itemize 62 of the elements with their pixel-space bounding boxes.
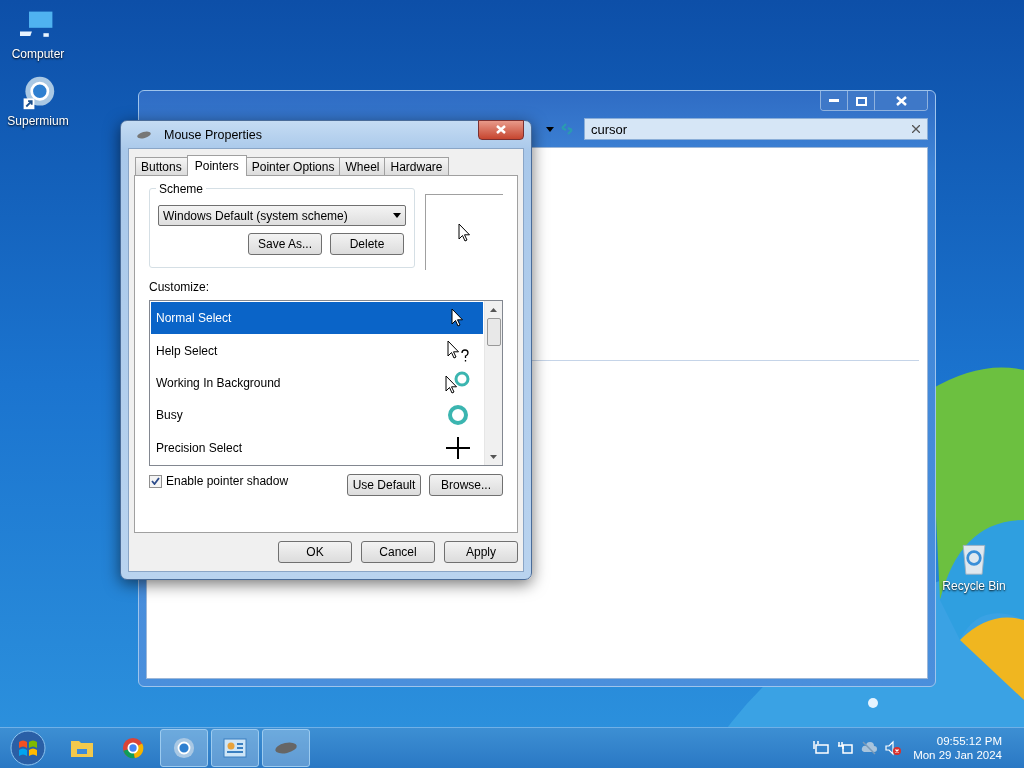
search-field[interactable]: cursor [584,118,928,140]
tab[interactable]: Wheel [339,157,386,175]
help-pointer-icon [447,339,469,362]
busy-pointer-icon [447,404,469,427]
checkbox-label[interactable]: Enable pointer shadow [166,474,289,488]
arrow-pointer-icon [451,308,465,329]
pointer-row[interactable]: Busy [151,399,483,432]
tab[interactable]: Buttons [135,157,188,175]
close-button[interactable] [478,119,524,140]
mouse-icon [136,129,152,140]
clock-time: 09:55:12 PM [936,734,1002,748]
pointer-button[interactable]: Use Default [347,474,421,496]
desktop-icon-label[interactable]: Supermium [7,114,69,128]
clock[interactable]: 09:55:12 PM Mon 29 Jan 2024 [913,734,1002,762]
scrollbar[interactable] [484,301,502,465]
taskbar-button[interactable] [211,729,259,767]
pointer-button[interactable]: Browse... [429,474,503,496]
working-pointer-icon [445,371,471,395]
tab[interactable]: Hardware [384,157,449,175]
dialog-button[interactable]: OK [278,541,352,563]
scroll-up-icon[interactable] [490,307,497,312]
close-button[interactable] [875,91,927,110]
pointer-row[interactable]: Normal Select [151,302,483,335]
close-icon [895,96,907,106]
customize-label: Customize: [149,280,211,294]
pointer-row[interactable]: Precision Select [151,431,483,465]
group-label: Scheme [156,182,207,196]
minimize-button[interactable] [821,91,848,110]
scroll-down-icon[interactable] [490,454,497,459]
scheme-dropdown[interactable]: Windows Default (system scheme) [158,205,406,226]
minimize-icon [829,99,839,103]
dialog-button[interactable]: Cancel [361,541,435,563]
network-icon[interactable] [813,740,830,756]
scroll-thumb[interactable] [486,318,501,346]
maximize-button[interactable] [848,91,875,110]
cloud-icon[interactable] [861,740,878,756]
arrow-pointer-icon [457,222,472,243]
power-plug-icon[interactable] [837,740,854,756]
crosshair-pointer-icon [445,436,471,459]
taskbar-button[interactable] [262,729,310,767]
scheme-button[interactable]: Save As... [248,233,322,255]
dropdown-arrow-icon [393,213,401,218]
control-panel-icon [223,737,247,759]
pointer-row[interactable]: Help Select [151,334,483,367]
clock-date: Mon 29 Jan 2024 [913,748,1002,762]
dropdown-arrow-icon[interactable] [546,126,554,132]
desktop-icon-label[interactable]: Computer [11,47,65,61]
window-title: Mouse Properties [164,127,263,142]
maximize-icon [855,96,867,106]
muted-speaker-icon[interactable] [885,740,902,756]
dialog-button[interactable]: Apply [444,541,518,563]
clear-icon[interactable] [912,125,920,133]
chrome-icon [121,737,145,759]
browser-icon [172,737,196,759]
taskbar-button[interactable] [160,729,208,767]
start-button[interactable] [8,730,48,766]
pointer-row[interactable]: Working In Background [151,366,483,400]
close-icon [496,125,506,134]
checkbox[interactable] [149,474,162,488]
scheme-button[interactable]: Delete [330,233,404,255]
tab[interactable]: Pointers [186,155,247,176]
tab[interactable]: Pointer Options [245,157,341,175]
